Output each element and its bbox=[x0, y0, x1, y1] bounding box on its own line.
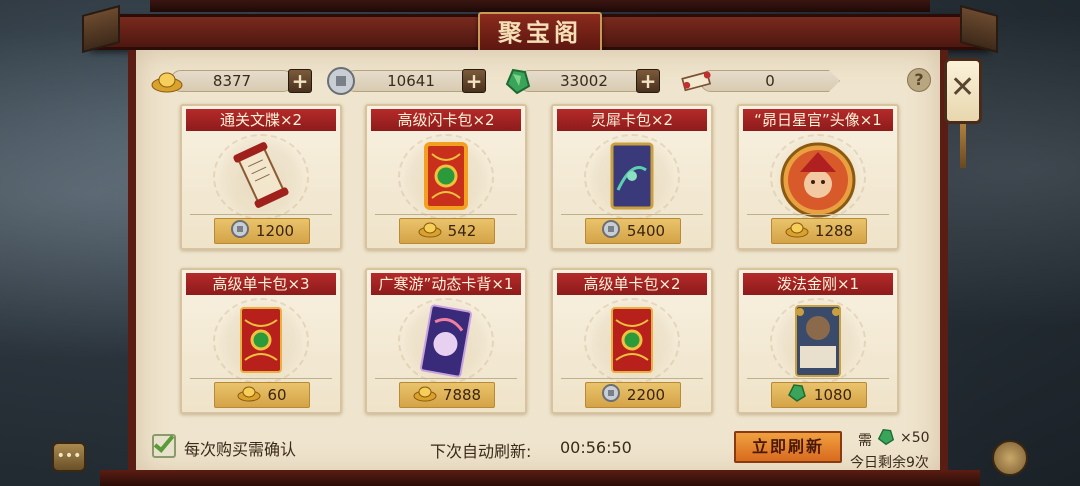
purchase-confirm-checkbox[interactable] bbox=[152, 431, 176, 458]
card-title: 广寒游”动态卡背×1 bbox=[371, 273, 521, 295]
card-title: 高级单卡包×3 bbox=[186, 273, 336, 295]
card-divider bbox=[375, 378, 517, 379]
gold-ingot-icon bbox=[785, 220, 809, 242]
price-button[interactable]: 60 bbox=[214, 382, 310, 408]
card-divider bbox=[747, 378, 889, 379]
price-button[interactable]: 2200 bbox=[585, 382, 681, 408]
card-divider bbox=[375, 214, 517, 215]
price-button[interactable]: 5400 bbox=[585, 218, 681, 244]
price-value: 1288 bbox=[814, 222, 854, 240]
scroll-ticket-icon bbox=[680, 66, 714, 96]
silver-coin-icon bbox=[601, 219, 621, 243]
add-gold-button[interactable]: + bbox=[288, 69, 312, 93]
shop-card[interactable]: 泼法金刚×1 1080 bbox=[737, 268, 899, 414]
price-button[interactable]: 1288 bbox=[771, 218, 867, 244]
jade-icon bbox=[500, 66, 534, 96]
card-title: 泼法金刚×1 bbox=[743, 273, 893, 295]
shop-card[interactable]: 高级单卡包×2 2200 bbox=[551, 268, 713, 414]
card-divider bbox=[561, 378, 703, 379]
gold-ingot-icon bbox=[418, 220, 442, 242]
card-divider bbox=[190, 214, 332, 215]
gold-ingot-icon bbox=[237, 384, 261, 406]
blue-card-pack-icon bbox=[604, 140, 660, 216]
red-card-pack-icon bbox=[604, 304, 660, 380]
scroll-icon bbox=[229, 140, 293, 214]
price-value: 2200 bbox=[626, 386, 666, 404]
chat-bubble-icon: ••• bbox=[56, 448, 82, 464]
shop-card[interactable]: 高级闪卡包×2 542 bbox=[365, 104, 527, 250]
avatar-portrait-icon bbox=[778, 140, 858, 222]
price-value: 7888 bbox=[442, 386, 482, 404]
card-title: 灵犀卡包×2 bbox=[557, 109, 707, 131]
price-button[interactable]: 7888 bbox=[399, 382, 495, 408]
add-jade-button[interactable]: + bbox=[636, 69, 660, 93]
silver-coin-icon bbox=[324, 66, 358, 96]
refresh-now-button[interactable]: 立即刷新 bbox=[734, 431, 842, 463]
animated-card-back-icon bbox=[416, 304, 476, 382]
currency-gold-value: 8377 bbox=[170, 70, 294, 92]
card-divider bbox=[747, 214, 889, 215]
card-title: 高级闪卡包×2 bbox=[371, 109, 521, 131]
roof-eave bbox=[150, 0, 930, 12]
checkmark-icon bbox=[153, 431, 175, 453]
price-value: 5400 bbox=[626, 222, 666, 240]
currency-jade-value: 33002 bbox=[518, 70, 650, 92]
page-title: 聚宝阁 bbox=[478, 12, 602, 54]
price-button[interactable]: 1080 bbox=[771, 382, 867, 408]
red-card-pack-icon bbox=[233, 304, 289, 380]
refresh-cost-label: 需 bbox=[858, 433, 872, 449]
silver-coin-icon bbox=[601, 383, 621, 407]
shop-card[interactable]: 通关文牒×2 1200 bbox=[180, 104, 342, 250]
jade-icon bbox=[786, 383, 808, 407]
shop-card[interactable]: 广寒游”动态卡背×1 7888 bbox=[365, 268, 527, 414]
card-title: “昴日星官”头像×1 bbox=[743, 109, 893, 131]
price-button[interactable]: 542 bbox=[399, 218, 495, 244]
gold-ingot-icon bbox=[413, 384, 437, 406]
gold-ingot-icon bbox=[150, 66, 184, 96]
chat-button[interactable]: ••• bbox=[52, 442, 86, 472]
confirm-label: 每次购买需确认 bbox=[184, 440, 297, 459]
bag-button[interactable] bbox=[992, 440, 1028, 476]
card-title: 通关文牒×2 bbox=[186, 109, 336, 131]
currency-ticket-value: 0 bbox=[700, 70, 840, 92]
auto-refresh-countdown: 00:56:50 bbox=[560, 438, 632, 457]
silver-coin-icon bbox=[230, 219, 250, 243]
jade-icon bbox=[876, 427, 896, 451]
price-button[interactable]: 1200 bbox=[214, 218, 310, 244]
lantern-tassel bbox=[960, 124, 966, 168]
close-icon: ✕ bbox=[950, 70, 976, 105]
auto-refresh-label: 下次自动刷新: bbox=[430, 442, 532, 461]
remaining-refreshes: 今日剩余9次 bbox=[850, 455, 929, 471]
price-value: 60 bbox=[267, 386, 287, 404]
add-silver-button[interactable]: + bbox=[462, 69, 486, 93]
close-button[interactable]: ✕ bbox=[944, 58, 982, 124]
price-value: 542 bbox=[447, 222, 477, 240]
currency-silver-value: 10641 bbox=[344, 70, 478, 92]
price-value: 1080 bbox=[813, 386, 853, 404]
card-divider bbox=[561, 214, 703, 215]
hero-card-icon bbox=[788, 304, 848, 382]
card-divider bbox=[190, 378, 332, 379]
refresh-cost-count: ×50 bbox=[900, 430, 930, 446]
help-button[interactable]: ? bbox=[907, 68, 931, 92]
shop-card[interactable]: “昴日星官”头像×1 1288 bbox=[737, 104, 899, 250]
card-title: 高级单卡包×2 bbox=[557, 273, 707, 295]
bottom-beam bbox=[100, 470, 980, 486]
flash-card-pack-icon bbox=[414, 140, 478, 216]
shop-card[interactable]: 高级单卡包×3 60 bbox=[180, 268, 342, 414]
price-value: 1200 bbox=[255, 222, 295, 240]
shop-card[interactable]: 灵犀卡包×2 5400 bbox=[551, 104, 713, 250]
